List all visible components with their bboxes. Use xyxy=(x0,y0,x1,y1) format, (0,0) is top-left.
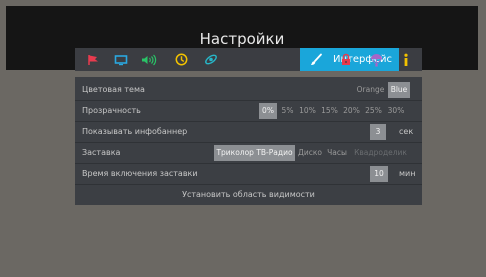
set-visible-area-button[interactable]: Установить область видимости xyxy=(75,185,422,205)
setting-screensaver[interactable]: Заставка Триколор ТВ-Радио Диско Часы Кв… xyxy=(75,143,422,164)
theme-option-orange[interactable]: Orange xyxy=(354,82,387,98)
theme-label: Цветовая тема xyxy=(82,85,145,94)
setting-transparency[interactable]: Прозрачность 0% 5% 10% 15% 20% 25% 30% xyxy=(75,101,422,122)
settings-tabbar: Интерфейс xyxy=(75,48,422,71)
tab-satellite[interactable] xyxy=(198,48,224,71)
tab-security[interactable] xyxy=(333,48,359,71)
transparency-option-10[interactable]: 10% xyxy=(298,103,317,119)
theme-option-blue[interactable]: Blue xyxy=(388,82,410,98)
tab-display[interactable] xyxy=(108,48,134,71)
setting-screensaver-time[interactable]: Время включения заставки 10 мин xyxy=(75,164,422,185)
screensaver-option-clock[interactable]: Часы xyxy=(326,145,348,161)
settings-panel: Цветовая тема Orange Blue Прозрачность 0… xyxy=(75,77,422,205)
transparency-label: Прозрачность xyxy=(82,106,141,115)
tab-time[interactable] xyxy=(168,48,194,71)
sound-icon xyxy=(141,54,157,66)
flag-icon xyxy=(87,54,99,66)
tab-regional[interactable] xyxy=(80,48,106,71)
infobanner-unit: сек xyxy=(399,127,414,136)
brush-icon xyxy=(309,53,323,66)
screensaver-option-disco[interactable]: Диско xyxy=(297,145,323,161)
setting-infobanner[interactable]: Показывать инфобаннер 3 сек xyxy=(75,122,422,143)
screensaver-option-quadrodelic[interactable]: Квадроделик xyxy=(351,145,410,161)
screensaver-time-label: Время включения заставки xyxy=(82,169,198,178)
screensaver-time-value[interactable]: 10 xyxy=(370,166,388,182)
infobanner-value[interactable]: 3 xyxy=(370,124,386,140)
transparency-option-30[interactable]: 30% xyxy=(386,103,406,119)
screensaver-option-tricolor[interactable]: Триколор ТВ-Радио xyxy=(214,145,295,161)
transparency-option-25[interactable]: 25% xyxy=(364,103,383,119)
tab-info[interactable] xyxy=(393,48,419,71)
transparency-option-20[interactable]: 20% xyxy=(342,103,361,119)
tab-updates[interactable] xyxy=(363,48,389,71)
transparency-option-5[interactable]: 5% xyxy=(280,103,295,119)
setting-theme[interactable]: Цветовая тема Orange Blue xyxy=(75,80,422,101)
page-title: Настройки xyxy=(199,30,285,48)
transparency-option-15[interactable]: 15% xyxy=(320,103,339,119)
info-icon xyxy=(402,53,410,67)
tv-icon xyxy=(114,54,128,66)
transparency-option-0[interactable]: 0% xyxy=(259,103,277,119)
infobanner-label: Показывать инфобаннер xyxy=(82,127,188,136)
clock-icon xyxy=(175,53,188,66)
screensaver-label: Заставка xyxy=(82,148,121,157)
tab-sound[interactable] xyxy=(136,48,162,71)
parachute-icon xyxy=(370,53,383,67)
lock-icon xyxy=(340,53,352,66)
screensaver-time-unit: мин xyxy=(399,169,416,178)
satellite-icon xyxy=(204,53,218,66)
